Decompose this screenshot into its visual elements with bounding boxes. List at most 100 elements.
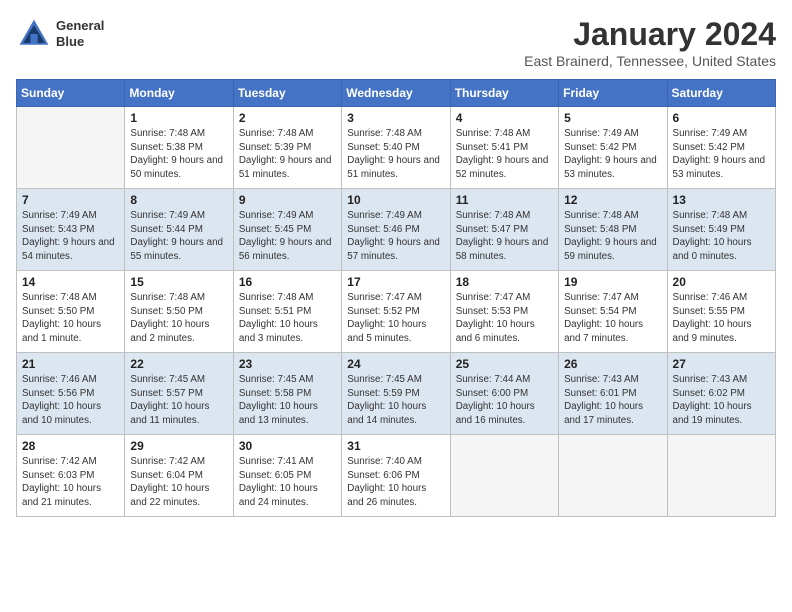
calendar-body: 1Sunrise: 7:48 AMSunset: 5:38 PMDaylight… <box>17 107 776 517</box>
day-info: Sunrise: 7:42 AMSunset: 6:03 PMDaylight:… <box>22 455 119 510</box>
logo-text: General Blue <box>56 18 104 49</box>
day-info: Sunrise: 7:49 AMSunset: 5:42 PMDaylight:… <box>564 127 661 182</box>
day-info: Sunrise: 7:46 AMSunset: 5:55 PMDaylight:… <box>673 291 770 346</box>
calendar-cell: 2 Sunrise: 7:48 AMSunset: 5:39 PMDaylight… <box>233 107 341 189</box>
weekday-header: Sunday <box>17 80 125 107</box>
calendar-cell: 31Sunrise: 7:40 AMSunset: 6:06 PMDayligh… <box>342 435 450 517</box>
weekday-row: SundayMondayTuesdayWednesdayThursdayFrid… <box>17 80 776 107</box>
day-number: 1 <box>130 111 227 125</box>
day-info: Sunrise: 7:48 AMSunset: 5:39 PMDaylight:… <box>239 127 336 182</box>
day-info: Sunrise: 7:47 AMSunset: 5:53 PMDaylight:… <box>456 291 553 346</box>
calendar-cell: 6Sunrise: 7:49 AMSunset: 5:42 PMDaylight… <box>667 107 775 189</box>
day-info: Sunrise: 7:43 AMSunset: 6:01 PMDaylight:… <box>564 373 661 428</box>
day-info: Sunrise: 7:43 AMSunset: 6:02 PMDaylight:… <box>673 373 770 428</box>
weekday-header: Tuesday <box>233 80 341 107</box>
calendar-cell: 12 Sunrise: 7:48 AMSunset: 5:48 PMDayligh… <box>559 189 667 271</box>
logo-line2: Blue <box>56 34 104 50</box>
calendar-cell: 19 Sunrise: 7:47 AMSunset: 5:54 PMDayligh… <box>559 271 667 353</box>
weekday-header: Friday <box>559 80 667 107</box>
day-number: 3 <box>347 111 444 125</box>
calendar-cell: 3 Sunrise: 7:48 AMSunset: 5:40 PMDaylight… <box>342 107 450 189</box>
day-number: 18 <box>456 275 553 289</box>
calendar-cell: 9 Sunrise: 7:49 AMSunset: 5:45 PMDaylight… <box>233 189 341 271</box>
day-number: 26 <box>564 357 661 371</box>
day-info: Sunrise: 7:48 AMSunset: 5:50 PMDaylight:… <box>22 291 119 346</box>
calendar-cell: 28 Sunrise: 7:42 AMSunset: 6:03 PMDayligh… <box>17 435 125 517</box>
day-number: 19 <box>564 275 661 289</box>
day-number: 22 <box>130 357 227 371</box>
calendar-cell <box>559 435 667 517</box>
day-info: Sunrise: 7:47 AMSunset: 5:52 PMDaylight:… <box>347 291 444 346</box>
calendar-cell: 25 Sunrise: 7:44 AMSunset: 6:00 PMDayligh… <box>450 353 558 435</box>
weekday-header: Saturday <box>667 80 775 107</box>
calendar-cell: 22 Sunrise: 7:45 AMSunset: 5:57 PMDayligh… <box>125 353 233 435</box>
month-title: January 2024 <box>524 16 776 53</box>
calendar-cell: 13Sunrise: 7:48 AMSunset: 5:49 PMDayligh… <box>667 189 775 271</box>
day-info: Sunrise: 7:44 AMSunset: 6:00 PMDaylight:… <box>456 373 553 428</box>
weekday-header: Wednesday <box>342 80 450 107</box>
calendar-cell <box>17 107 125 189</box>
day-number: 27 <box>673 357 770 371</box>
page-header: General Blue January 2024 East Brainerd,… <box>16 16 776 69</box>
day-info: Sunrise: 7:46 AMSunset: 5:56 PMDaylight:… <box>22 373 119 428</box>
day-info: Sunrise: 7:40 AMSunset: 6:06 PMDaylight:… <box>347 455 444 510</box>
calendar-cell: 10 Sunrise: 7:49 AMSunset: 5:46 PMDayligh… <box>342 189 450 271</box>
day-number: 23 <box>239 357 336 371</box>
day-info: Sunrise: 7:45 AMSunset: 5:58 PMDaylight:… <box>239 373 336 428</box>
day-info: Sunrise: 7:42 AMSunset: 6:04 PMDaylight:… <box>130 455 227 510</box>
logo-line1: General <box>56 18 104 34</box>
day-info: Sunrise: 7:45 AMSunset: 5:57 PMDaylight:… <box>130 373 227 428</box>
title-area: January 2024 East Brainerd, Tennessee, U… <box>524 16 776 69</box>
day-number: 24 <box>347 357 444 371</box>
calendar-cell: 26 Sunrise: 7:43 AMSunset: 6:01 PMDayligh… <box>559 353 667 435</box>
calendar-cell: 7Sunrise: 7:49 AMSunset: 5:43 PMDaylight… <box>17 189 125 271</box>
day-info: Sunrise: 7:48 AMSunset: 5:48 PMDaylight:… <box>564 209 661 264</box>
day-number: 10 <box>347 193 444 207</box>
calendar-cell: 8 Sunrise: 7:49 AMSunset: 5:44 PMDaylight… <box>125 189 233 271</box>
day-info: Sunrise: 7:48 AMSunset: 5:47 PMDaylight:… <box>456 209 553 264</box>
day-number: 17 <box>347 275 444 289</box>
calendar-cell: 27 Sunrise: 7:43 AMSunset: 6:02 PMDayligh… <box>667 353 775 435</box>
calendar-week-row: 14Sunrise: 7:48 AMSunset: 5:50 PMDayligh… <box>17 271 776 353</box>
day-number: 4 <box>456 111 553 125</box>
calendar-cell: 1Sunrise: 7:48 AMSunset: 5:38 PMDaylight… <box>125 107 233 189</box>
calendar-cell: 15 Sunrise: 7:48 AMSunset: 5:50 PMDayligh… <box>125 271 233 353</box>
day-info: Sunrise: 7:48 AMSunset: 5:41 PMDaylight:… <box>456 127 553 182</box>
day-info: Sunrise: 7:48 AMSunset: 5:50 PMDaylight:… <box>130 291 227 346</box>
day-number: 12 <box>564 193 661 207</box>
day-number: 9 <box>239 193 336 207</box>
calendar-cell: 24Sunrise: 7:45 AMSunset: 5:59 PMDayligh… <box>342 353 450 435</box>
day-number: 21 <box>22 357 119 371</box>
calendar-week-row: 28 Sunrise: 7:42 AMSunset: 6:03 PMDayligh… <box>17 435 776 517</box>
day-number: 15 <box>130 275 227 289</box>
day-number: 16 <box>239 275 336 289</box>
weekday-header: Monday <box>125 80 233 107</box>
day-info: Sunrise: 7:48 AMSunset: 5:40 PMDaylight:… <box>347 127 444 182</box>
calendar-cell: 5 Sunrise: 7:49 AMSunset: 5:42 PMDaylight… <box>559 107 667 189</box>
calendar-cell: 16Sunrise: 7:48 AMSunset: 5:51 PMDayligh… <box>233 271 341 353</box>
calendar-week-row: 1Sunrise: 7:48 AMSunset: 5:38 PMDaylight… <box>17 107 776 189</box>
day-info: Sunrise: 7:49 AMSunset: 5:44 PMDaylight:… <box>130 209 227 264</box>
calendar-cell: 21 Sunrise: 7:46 AMSunset: 5:56 PMDayligh… <box>17 353 125 435</box>
weekday-header: Thursday <box>450 80 558 107</box>
calendar-cell: 4 Sunrise: 7:48 AMSunset: 5:41 PMDaylight… <box>450 107 558 189</box>
calendar-cell: 18 Sunrise: 7:47 AMSunset: 5:53 PMDayligh… <box>450 271 558 353</box>
calendar-cell: 14Sunrise: 7:48 AMSunset: 5:50 PMDayligh… <box>17 271 125 353</box>
day-number: 29 <box>130 439 227 453</box>
day-number: 5 <box>564 111 661 125</box>
day-info: Sunrise: 7:47 AMSunset: 5:54 PMDaylight:… <box>564 291 661 346</box>
day-number: 25 <box>456 357 553 371</box>
day-number: 6 <box>673 111 770 125</box>
day-number: 28 <box>22 439 119 453</box>
calendar-cell: 29 Sunrise: 7:42 AMSunset: 6:04 PMDayligh… <box>125 435 233 517</box>
location-title: East Brainerd, Tennessee, United States <box>524 53 776 69</box>
calendar-table: SundayMondayTuesdayWednesdayThursdayFrid… <box>16 79 776 517</box>
day-number: 2 <box>239 111 336 125</box>
calendar-cell: 11Sunrise: 7:48 AMSunset: 5:47 PMDayligh… <box>450 189 558 271</box>
day-info: Sunrise: 7:49 AMSunset: 5:45 PMDaylight:… <box>239 209 336 264</box>
day-number: 13 <box>673 193 770 207</box>
logo: General Blue <box>16 16 104 52</box>
day-info: Sunrise: 7:41 AMSunset: 6:05 PMDaylight:… <box>239 455 336 510</box>
day-number: 8 <box>130 193 227 207</box>
day-info: Sunrise: 7:49 AMSunset: 5:46 PMDaylight:… <box>347 209 444 264</box>
